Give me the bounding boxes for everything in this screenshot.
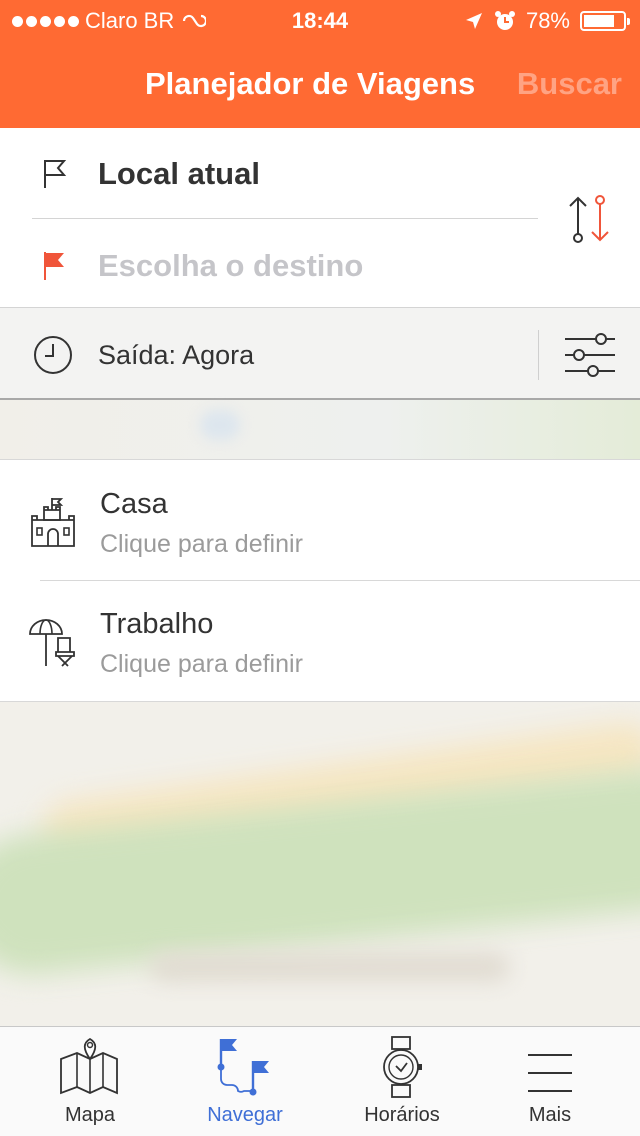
tab-navigate[interactable]: Navegar xyxy=(165,1027,325,1136)
origin-flag-icon xyxy=(44,160,67,188)
swap-route-icon[interactable] xyxy=(566,194,612,244)
map-icon xyxy=(60,1037,118,1095)
battery-percent: 78% xyxy=(525,8,570,33)
departure-label: Saída: Agora xyxy=(98,340,255,370)
place-name: Trabalho xyxy=(100,608,214,640)
map-background-top xyxy=(0,400,640,460)
route-panel: Local atual Escolha o destino xyxy=(0,128,640,308)
departure-divider xyxy=(538,330,539,380)
castle-icon xyxy=(31,498,75,547)
departure-row[interactable]: Saída: Agora xyxy=(0,308,640,400)
place-name: Casa xyxy=(100,488,168,520)
location-arrow-icon xyxy=(465,13,482,29)
search-button[interactable]: Buscar xyxy=(517,66,622,102)
filters-icon[interactable] xyxy=(563,333,617,377)
origin-row[interactable]: Local atual xyxy=(0,128,560,218)
tab-label: Horários xyxy=(364,1104,440,1126)
destination-row[interactable]: Escolha o destino xyxy=(0,220,560,310)
tab-schedules[interactable]: Horários xyxy=(322,1027,482,1136)
tab-more[interactable]: Mais xyxy=(470,1027,630,1136)
route-divider xyxy=(32,218,538,219)
destination-flag-icon xyxy=(44,252,64,280)
place-subtitle: Clique para definir xyxy=(100,650,303,678)
status-bar: Claro BR 18:44 78% xyxy=(0,0,640,40)
beach-chair-icon xyxy=(29,619,75,667)
clock-icon xyxy=(34,336,72,374)
page-title: Planejador de Viagens xyxy=(145,66,476,101)
tab-label: Mais xyxy=(528,1104,572,1126)
battery-fill xyxy=(584,15,614,27)
place-subtitle: Clique para definir xyxy=(100,530,303,558)
status-right: 78% xyxy=(464,8,630,34)
destination-input[interactable]: Escolha o destino xyxy=(98,248,363,284)
origin-label: Local atual xyxy=(98,156,260,191)
place-home[interactable]: Casa Clique para definir xyxy=(0,460,640,580)
tab-bar: Mapa Navegar Horários Mais xyxy=(0,1026,640,1136)
watch-icon xyxy=(383,1036,422,1098)
map-background xyxy=(0,702,640,1028)
tab-map[interactable]: Mapa xyxy=(10,1027,170,1136)
saved-places-list: Casa Clique para definir Trabalho Clique… xyxy=(0,460,640,702)
header: Claro BR 18:44 78% Planejador de Viagens… xyxy=(0,0,640,128)
tab-label: Mapa xyxy=(64,1104,116,1126)
tab-label: Navegar xyxy=(207,1104,283,1126)
menu-icon xyxy=(528,1054,572,1092)
place-work[interactable]: Trabalho Clique para definir xyxy=(0,580,640,700)
navigate-flags-icon xyxy=(217,1039,269,1096)
alarm-icon xyxy=(494,11,515,30)
battery-icon xyxy=(580,11,630,31)
